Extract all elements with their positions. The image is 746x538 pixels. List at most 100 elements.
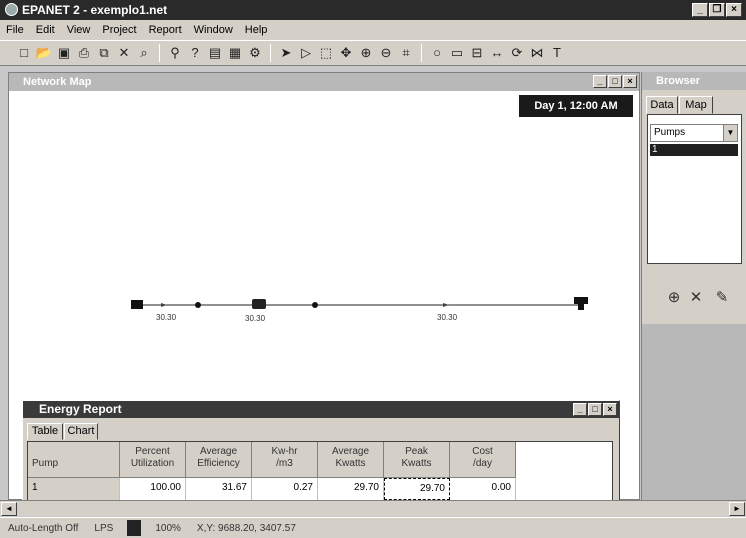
restore-button[interactable]: ❐: [709, 3, 725, 17]
graph-icon[interactable]: ▤: [205, 43, 225, 63]
toolbar: □ 📂 ▣ ⎙ ⧉ ✕ ⌕ ⚲? ▤ ▦ ⚙ ➤ ▷ ⬚ ✥ ⊕ ⊖ ⌗ ○ ▭ ⊟ ↔ ⟳ ⋈ T: [0, 40, 746, 66]
new-icon[interactable]: □: [14, 43, 34, 63]
table-cell[interactable]: 0.00: [450, 478, 516, 500]
pan-icon[interactable]: ✥: [336, 43, 356, 63]
row-header-cell[interactable]: 1: [28, 478, 120, 500]
reservoir-icon[interactable]: ▭: [447, 43, 467, 63]
object-category-select[interactable]: Pumps ▼: [650, 124, 738, 142]
junction-node[interactable]: [195, 302, 201, 308]
column-header[interactable]: Kw-hr/m3: [252, 442, 318, 478]
report-close-button[interactable]: ×: [603, 403, 617, 416]
table-cell[interactable]: 31.67: [186, 478, 252, 500]
table-cell[interactable]: 0.27: [252, 478, 318, 500]
run-icon[interactable]: ⚲: [165, 43, 185, 63]
add-object-icon[interactable]: ⊕: [664, 288, 684, 308]
flow-units-status: LPS: [94, 522, 114, 534]
column-header-line: Kw-hr: [271, 446, 298, 457]
table-icon[interactable]: ▦: [225, 43, 245, 63]
open-icon[interactable]: 📂: [34, 43, 54, 63]
full-extent-icon[interactable]: ⌗: [396, 43, 416, 63]
epanet-app-icon[interactable]: [5, 3, 18, 16]
object-list-item[interactable]: 1: [650, 144, 738, 156]
map-maximize-button[interactable]: □: [608, 75, 622, 88]
browser-titlebar[interactable]: Browser: [642, 72, 746, 90]
menu-view[interactable]: View: [67, 24, 91, 36]
column-header-line: Peak: [405, 446, 428, 457]
zoom-out-icon[interactable]: ⊖: [376, 43, 396, 63]
column-header-line: Utilization: [130, 458, 175, 469]
column-header[interactable]: Average Kwatts: [318, 442, 384, 478]
browser-empty-area: [642, 324, 746, 500]
junction-node[interactable]: [312, 302, 318, 308]
column-header[interactable]: Cost/day: [450, 442, 516, 478]
options-icon[interactable]: ⚙: [245, 43, 265, 63]
energy-report-window[interactable]: Energy Report _ □ × Table Chart Pump 1 Per…: [22, 400, 620, 502]
toolbar-separator: [421, 44, 422, 62]
flow-arrow-icon: [161, 303, 167, 307]
scroll-right-icon[interactable]: ►: [729, 502, 745, 516]
print-icon[interactable]: ⎙: [74, 43, 94, 63]
column-header-line: Efficiency: [197, 458, 240, 469]
copy-icon[interactable]: ⧉: [94, 43, 114, 63]
flow-arrow-icon: [443, 303, 449, 307]
map-minimize-button[interactable]: _: [593, 75, 607, 88]
pump-icon[interactable]: ⟳: [507, 43, 527, 63]
energy-report-titlebar[interactable]: Energy Report _ □ ×: [23, 401, 619, 418]
auto-length-status[interactable]: Auto-Length Off: [0, 523, 86, 534]
coordinates-status: X,Y: 9688.20, 3407.57: [196, 522, 296, 534]
menu-project[interactable]: Project: [102, 24, 136, 36]
column-header-line: Kwatts: [401, 458, 432, 469]
horizontal-scrollbar[interactable]: ◄ ►: [0, 500, 746, 516]
pipe-icon[interactable]: ↔: [487, 43, 507, 63]
column-header[interactable]: Percent Utilization: [120, 442, 186, 478]
reservoir-node[interactable]: [131, 300, 143, 309]
select-object-icon[interactable]: ➤: [276, 43, 296, 63]
tab-chart[interactable]: Chart: [64, 423, 98, 440]
network-map-title: Network Map: [23, 76, 92, 88]
report-minimize-button[interactable]: _: [573, 403, 587, 416]
save-icon[interactable]: ▣: [54, 43, 74, 63]
find-icon[interactable]: ⌕: [134, 43, 154, 63]
menu-file[interactable]: File: [6, 24, 24, 36]
scroll-left-icon[interactable]: ◄: [1, 502, 17, 516]
table-cell[interactable]: 100.00: [120, 478, 186, 500]
menu-report[interactable]: Report: [149, 24, 182, 36]
link-label: 30.30: [156, 313, 177, 322]
toolbar-separator: [159, 44, 160, 62]
map-close-button[interactable]: ×: [623, 75, 637, 88]
pump-node[interactable]: [252, 299, 266, 309]
minimize-button[interactable]: _: [692, 3, 708, 17]
menu-help[interactable]: Help: [245, 24, 268, 36]
table-cell[interactable]: 29.70: [318, 478, 384, 500]
column-header[interactable]: Pump: [28, 442, 120, 478]
label-icon[interactable]: T: [547, 43, 567, 63]
junction-icon[interactable]: ○: [427, 43, 447, 63]
tank-node[interactable]: [574, 297, 588, 304]
select-region-icon[interactable]: ⬚: [316, 43, 336, 63]
valve-icon[interactable]: ⋈: [527, 43, 547, 63]
chevron-down-icon[interactable]: ▼: [723, 125, 737, 141]
select-vertex-icon[interactable]: ▷: [296, 43, 316, 63]
query-icon[interactable]: ?: [185, 43, 205, 63]
tab-data[interactable]: Data: [646, 96, 678, 114]
delete-icon[interactable]: ✕: [114, 43, 134, 63]
zoom-in-icon[interactable]: ⊕: [356, 43, 376, 63]
network-map-titlebar[interactable]: Network Map _ □ ×: [9, 73, 639, 91]
column-header-line: Average: [331, 446, 370, 457]
tab-table[interactable]: Table: [27, 423, 63, 440]
epanet-app: EPANET 2 - exemplo1.net _ ❐ × File Edit …: [0, 0, 746, 538]
report-maximize-button[interactable]: □: [588, 403, 602, 416]
delete-object-icon[interactable]: ✕: [686, 288, 706, 308]
tab-map[interactable]: Map: [679, 96, 713, 114]
edit-object-icon[interactable]: ✎: [712, 288, 732, 308]
browser-panel: Browser Data Map Pumps ▼ 1 ⊕ ✕ ✎: [641, 72, 746, 500]
column-header-line: /m3: [276, 458, 293, 469]
column-header-line: Pump: [32, 458, 59, 469]
column-header[interactable]: Average Efficiency: [186, 442, 252, 478]
tank-icon[interactable]: ⊟: [467, 43, 487, 63]
column-header[interactable]: Peak Kwatts: [384, 442, 450, 478]
menu-edit[interactable]: Edit: [36, 24, 55, 36]
close-button[interactable]: ×: [726, 3, 742, 17]
table-cell[interactable]: 29.70: [384, 478, 450, 500]
menu-window[interactable]: Window: [194, 24, 233, 36]
